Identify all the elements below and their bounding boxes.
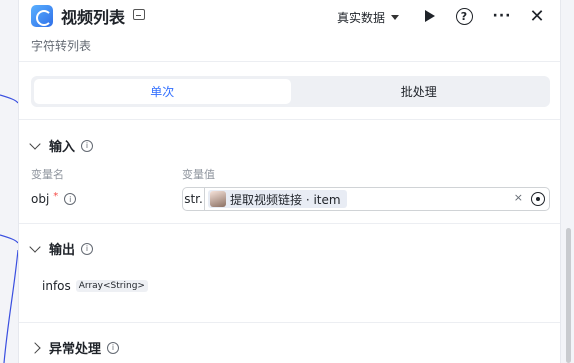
chevron-right-icon: [29, 341, 41, 354]
output-field: infos Array<String>: [42, 279, 148, 293]
param-name: obj: [31, 192, 50, 206]
scrollbar[interactable]: [566, 228, 571, 363]
info-icon[interactable]: i: [81, 242, 94, 255]
data-mode-label: 真实数据: [337, 11, 386, 25]
variable-reference-chip[interactable]: 提取视频链接 · item: [208, 190, 347, 208]
output-section-toggle[interactable]: 输出 i: [29, 239, 94, 258]
info-icon[interactable]: i: [64, 193, 77, 205]
divider: [19, 223, 560, 224]
help-button[interactable]: ?: [453, 5, 475, 27]
input-section-toggle[interactable]: 输入 i: [29, 136, 94, 155]
chevron-down-icon: [29, 240, 41, 253]
input-section-title: 输入: [49, 140, 76, 155]
tab-batch[interactable]: 批处理: [291, 79, 548, 104]
divider: [19, 119, 560, 120]
more-options-button[interactable]: ···: [491, 5, 513, 27]
output-section-title: 输出: [49, 243, 76, 258]
required-mark: *: [53, 190, 59, 202]
error-section-title: 异常处理: [49, 342, 102, 357]
run-button[interactable]: [419, 5, 441, 27]
type-tag[interactable]: str.: [183, 188, 205, 210]
info-icon[interactable]: i: [81, 139, 94, 152]
column-label-value: 变量值: [182, 168, 215, 181]
param-obj-value-input[interactable]: str. 提取视频链接 · item ×: [182, 187, 550, 211]
canvas: 视频列表 字符转列表 真实数据 ? ··· ✕ 单次 批处理 输入 i 变量名 …: [0, 0, 574, 363]
output-type-badge: Array<String>: [75, 280, 148, 292]
node-description[interactable]: 字符转列表: [31, 37, 91, 54]
output-field-name: infos: [42, 279, 71, 293]
data-mode-select[interactable]: 真实数据: [337, 9, 400, 26]
error-section-toggle[interactable]: 异常处理 i: [29, 338, 120, 357]
source-node-avatar: [210, 191, 226, 207]
divider: [19, 322, 560, 323]
node-type-icon: [31, 5, 53, 27]
column-label-name: 变量名: [31, 168, 64, 181]
param-obj-label: obj * i: [31, 190, 77, 206]
reference-label: 提取视频链接 · item: [230, 192, 341, 207]
panel-header: 视频列表 字符转列表 真实数据 ? ··· ✕: [19, 0, 560, 62]
tab-single[interactable]: 单次: [34, 79, 291, 104]
target-icon[interactable]: [531, 192, 545, 206]
node-title[interactable]: 视频列表: [61, 4, 125, 28]
node-config-panel: 视频列表 字符转列表 真实数据 ? ··· ✕ 单次 批处理 输入 i 变量名 …: [18, 0, 561, 363]
caret-down-icon: [391, 15, 400, 20]
close-button[interactable]: ✕: [526, 5, 548, 27]
run-mode-tabs: 单次 批处理: [31, 76, 550, 107]
clear-icon[interactable]: ×: [514, 191, 523, 204]
chevron-down-icon: [29, 137, 41, 150]
info-icon[interactable]: i: [107, 341, 120, 354]
help-icon: ?: [455, 7, 473, 25]
workflow-connector-curves: [0, 94, 19, 363]
edit-title-icon[interactable]: [133, 9, 145, 20]
